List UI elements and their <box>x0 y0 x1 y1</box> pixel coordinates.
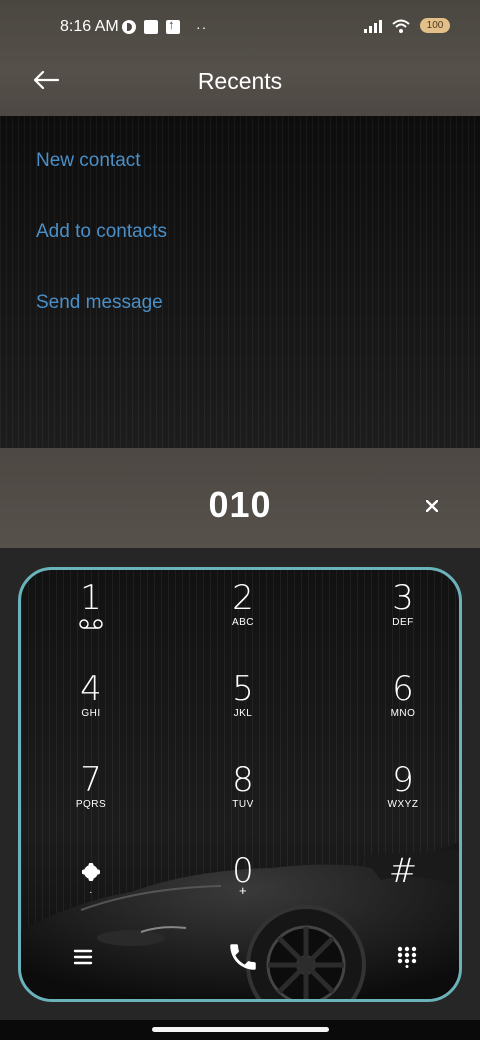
dialed-number: 010 <box>208 484 272 525</box>
close-icon <box>426 500 438 512</box>
notification-square-icon <box>144 20 158 34</box>
key-7[interactable]: 7 PQRS <box>41 762 141 832</box>
more-notifications-icon: ·· <box>196 19 208 35</box>
dial-keypad: 1 2 ABC 3 DEF 4 GHI 5 JKL 6 MNO 7 PQRS 8… <box>18 567 462 1002</box>
menu-button[interactable] <box>63 937 103 977</box>
voicemail-icon <box>79 619 103 629</box>
top-bar: 8:16 AM ·· 100 Recents <box>0 0 480 116</box>
home-indicator[interactable] <box>152 1027 329 1032</box>
status-notification-icons: ·· <box>122 17 208 35</box>
key-4[interactable]: 4 GHI <box>41 671 141 741</box>
key-digit: 2 <box>232 578 254 618</box>
phone-icon <box>230 944 256 970</box>
key-letters: + <box>238 883 248 898</box>
key-letters: JKL <box>233 708 253 719</box>
key-digit: 7 <box>80 760 102 800</box>
number-display: 010 <box>0 448 480 548</box>
data-saver-icon <box>122 20 136 34</box>
upload-icon <box>166 17 180 34</box>
status-time: 8:16 AM <box>60 18 119 35</box>
key-digit: 1 <box>80 578 102 618</box>
key-digit: 8 <box>232 760 254 800</box>
key-digit: 4 <box>80 669 102 709</box>
key-letters: DEF <box>392 617 414 628</box>
key-9[interactable]: 9 WXYZ <box>353 762 453 832</box>
new-contact-link[interactable]: New contact <box>36 150 141 172</box>
key-5[interactable]: 5 JKL <box>193 671 293 741</box>
key-1[interactable]: 1 <box>41 580 141 650</box>
key-letters: TUV <box>232 799 254 810</box>
status-bar: 8:16 AM ·· 100 <box>0 0 480 56</box>
call-button[interactable] <box>221 935 265 979</box>
wifi-icon <box>392 19 410 33</box>
key-letters: PQRS <box>75 799 107 810</box>
key-letters: · <box>89 887 93 898</box>
send-message-link[interactable]: Send message <box>36 292 163 314</box>
key-letters: WXYZ <box>387 799 419 810</box>
key-8[interactable]: 8 TUV <box>193 762 293 832</box>
key-hash[interactable]: # <box>353 853 453 923</box>
keypad-toggle-button[interactable] <box>387 937 427 977</box>
dial-actions-panel: New contact Add to contacts Send message <box>0 116 480 448</box>
dialpad-icon <box>397 946 417 968</box>
key-star[interactable]: · <box>41 853 141 923</box>
key-letters: MNO <box>390 708 416 719</box>
key-letters: ABC <box>231 617 255 628</box>
key-letters: GHI <box>81 708 101 719</box>
key-digit: 9 <box>392 760 414 800</box>
signal-icon <box>364 19 382 33</box>
battery-indicator: 100 <box>420 18 450 33</box>
key-digit: 5 <box>232 669 254 709</box>
add-to-contacts-link[interactable]: Add to contacts <box>36 221 167 243</box>
key-digit: 6 <box>392 669 414 709</box>
clear-number-button[interactable] <box>420 494 444 518</box>
key-6[interactable]: 6 MNO <box>353 671 453 741</box>
menu-icon <box>73 949 93 965</box>
key-3[interactable]: 3 DEF <box>353 580 453 650</box>
key-0[interactable]: 0 + <box>193 853 293 923</box>
app-header: Recents <box>0 56 480 116</box>
status-system-icons: 100 <box>364 18 450 33</box>
asterisk-icon <box>81 862 101 882</box>
page-title: Recents <box>197 68 283 94</box>
key-2[interactable]: 2 ABC <box>193 580 293 650</box>
key-digit: # <box>388 851 418 891</box>
key-digit: 3 <box>392 578 414 618</box>
